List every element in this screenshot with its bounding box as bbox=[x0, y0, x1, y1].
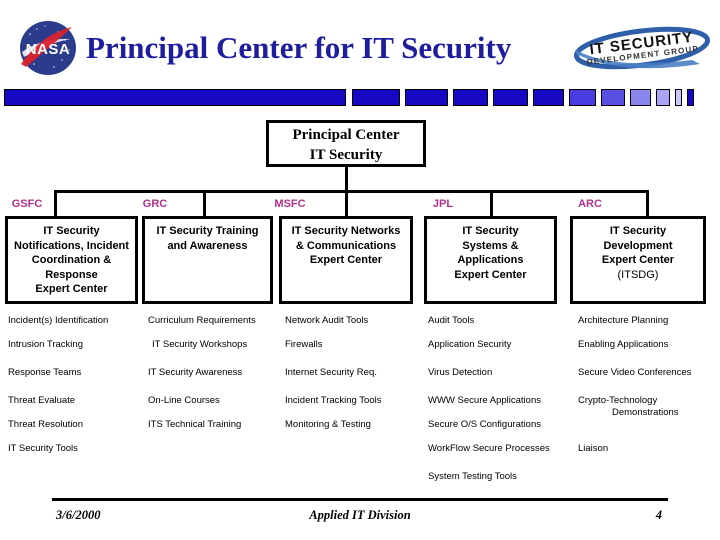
connector-bus bbox=[54, 190, 649, 193]
unit-line: IT Security Networks bbox=[291, 225, 401, 237]
connector-drop bbox=[345, 190, 348, 216]
connector-drop bbox=[54, 190, 57, 216]
list-item: Curriculum Requirements bbox=[148, 315, 256, 326]
accent-bar-segment bbox=[405, 89, 448, 106]
list-item: Incident Tracking Tools bbox=[285, 395, 382, 406]
list-item: Firewalls bbox=[285, 339, 323, 350]
list-item: Architecture Planning bbox=[578, 315, 669, 326]
unit-line: Expert Center bbox=[601, 254, 675, 266]
accent-bar-segment bbox=[630, 89, 651, 106]
list-item: Liaison bbox=[578, 443, 609, 454]
connector-drop bbox=[203, 190, 206, 216]
list-item: IT Security Awareness bbox=[148, 367, 243, 378]
center-label-gsfc: GSFC bbox=[11, 198, 43, 210]
list-item: Demonstrations bbox=[612, 407, 679, 418]
root-node: Principal Center IT Security bbox=[266, 120, 426, 167]
unit-line: IT Security bbox=[609, 225, 667, 237]
unit-line: Response bbox=[45, 268, 98, 281]
list-item: ITS Technical Training bbox=[148, 419, 242, 430]
itsdg-logo-icon: IT SECURITY DEVELOPMENT GROUP bbox=[572, 24, 712, 72]
list-item: Incident(s) Identification bbox=[8, 315, 109, 326]
unit-line: Coordination & bbox=[31, 254, 112, 266]
unit-box-arc: IT Security Development Expert Center (I… bbox=[570, 216, 706, 304]
unit-line: and Awareness bbox=[167, 239, 248, 252]
unit-box-jpl: IT Security Systems & Applications Exper… bbox=[424, 216, 557, 304]
list-item: Response Teams bbox=[8, 367, 82, 378]
list-item: Secure O/S Configurations bbox=[428, 419, 542, 430]
unit-line: Notifications, Incident bbox=[14, 239, 129, 252]
footer-page-number: 4 bbox=[655, 508, 662, 522]
unit-line-sub: (ITSDG) bbox=[617, 268, 659, 281]
center-label-arc: ARC bbox=[578, 198, 602, 210]
unit-box-grc: IT Security Training and Awareness bbox=[142, 216, 273, 304]
unit-box-gsfc: IT Security Notifications, Incident Coor… bbox=[5, 216, 138, 304]
accent-bar-segment bbox=[569, 89, 596, 106]
accent-bar-segment bbox=[352, 89, 400, 106]
connector-drop bbox=[490, 190, 493, 216]
list-item: Threat Resolution bbox=[8, 419, 83, 430]
unit-box-msfc: IT Security Networks & Communications Ex… bbox=[279, 216, 413, 304]
list-item: Internet Security Req. bbox=[285, 367, 377, 378]
list-item: WorkFlow Secure Processes bbox=[428, 443, 550, 454]
unit-line: IT Security Training bbox=[156, 225, 259, 237]
unit-line: IT Security bbox=[462, 225, 519, 237]
accent-bar-segment bbox=[687, 89, 694, 106]
list-item: Audit Tools bbox=[428, 315, 475, 326]
unit-line: Applications bbox=[457, 254, 524, 266]
unit-line: Expert Center bbox=[309, 254, 383, 266]
accent-bar-segment bbox=[675, 89, 682, 106]
unit-line: Expert Center bbox=[35, 283, 108, 295]
accent-bar-segment bbox=[493, 89, 528, 106]
unit-line: Expert Center bbox=[454, 268, 527, 281]
svg-text:NASA: NASA bbox=[26, 41, 71, 58]
center-label-jpl: JPL bbox=[432, 198, 454, 210]
accent-bar-segment bbox=[4, 89, 346, 106]
nasa-logo-icon: NASA bbox=[12, 12, 84, 84]
list-item: IT Security Tools bbox=[8, 443, 78, 454]
root-node-line2: IT Security bbox=[309, 147, 383, 163]
list-item: WWW Secure Applications bbox=[428, 395, 541, 406]
accent-bar-segment bbox=[656, 89, 670, 106]
list-item: Monitoring & Testing bbox=[285, 419, 371, 430]
accent-bar-segment bbox=[601, 89, 625, 106]
center-label-msfc: MSFC bbox=[274, 198, 306, 210]
list-item: Crypto-Technology bbox=[578, 395, 658, 406]
connector-root-stem bbox=[345, 167, 348, 190]
center-label-grc: GRC bbox=[142, 198, 168, 210]
list-item: On-Line Courses bbox=[148, 395, 220, 406]
list-item: System Testing Tools bbox=[428, 471, 517, 482]
list-item: Threat Evaluate bbox=[8, 395, 76, 406]
unit-line: & Communications bbox=[295, 239, 397, 252]
accent-bar-segment bbox=[533, 89, 564, 106]
slide: NASA Principal Center for IT Security IT… bbox=[0, 0, 720, 540]
unit-line: Systems & bbox=[462, 239, 519, 252]
unit-line: Development bbox=[603, 239, 673, 252]
connector-drop bbox=[646, 190, 649, 216]
unit-line: IT Security bbox=[43, 225, 100, 237]
list-item: Enabling Applications bbox=[578, 339, 669, 350]
root-node-line1: Principal Center bbox=[292, 127, 400, 143]
list-item: Secure Video Conferences bbox=[578, 367, 692, 378]
page-title: Principal Center for IT Security bbox=[86, 30, 512, 65]
list-item: Application Security bbox=[428, 339, 512, 350]
accent-bar-segment bbox=[453, 89, 488, 106]
list-item: Network Audit Tools bbox=[285, 315, 369, 326]
footer-divider bbox=[52, 498, 668, 501]
list-item: IT Security Workshops bbox=[152, 339, 248, 350]
list-item: Virus Detection bbox=[428, 367, 493, 378]
list-item: Intrusion Tracking bbox=[8, 339, 83, 350]
